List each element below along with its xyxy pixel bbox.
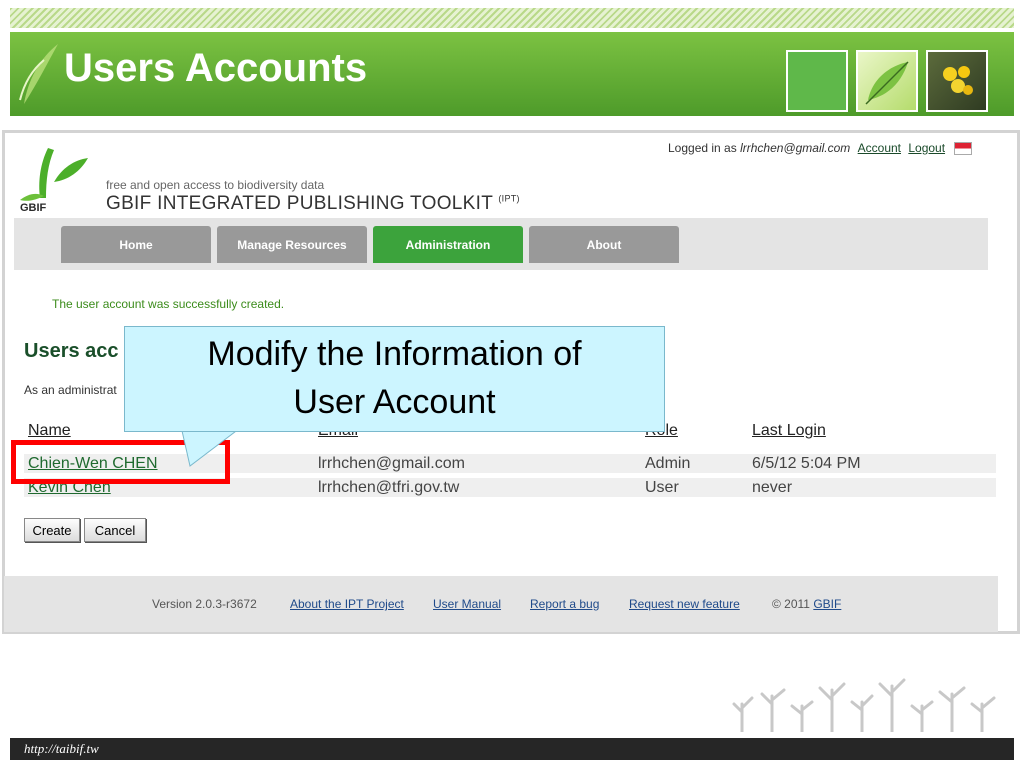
account-link[interactable]: Account (858, 141, 901, 155)
bottom-bar (10, 738, 1014, 760)
report-bug-link[interactable]: Report a bug (530, 597, 599, 611)
request-feature-link[interactable]: Request new feature (629, 597, 740, 611)
tab-home[interactable]: Home (61, 226, 211, 263)
user-last-login: 6/5/12 5:04 PM (752, 455, 861, 472)
toolkit-name-text: GBIF INTEGRATED PUBLISHING TOOLKIT (106, 193, 493, 214)
plants-decoration-icon (732, 678, 996, 732)
tab-administration[interactable]: Administration (373, 226, 523, 263)
green-thumbnail (786, 50, 848, 112)
flower-photo-icon (943, 66, 973, 95)
top-decorative-stripe (10, 8, 1014, 28)
callout-line-1: Modify the Information of (207, 335, 582, 374)
toolkit-abbr: (IPT) (498, 193, 520, 204)
gbif-logo-text: GBIF (20, 202, 47, 214)
leaf-thumbnail (856, 50, 918, 112)
create-button[interactable]: Create (24, 518, 80, 542)
logged-in-email: lrrhchen@gmail.com (740, 141, 851, 155)
login-status: Logged in as lrrhchen@gmail.com Account … (668, 141, 973, 156)
callout-line-2: User Account (293, 383, 496, 421)
logout-link[interactable]: Logout (908, 141, 945, 155)
logged-in-label: Logged in as (668, 141, 737, 155)
user-email: lrrhchen@gmail.com (318, 455, 465, 472)
toolkit-name: GBIF INTEGRATED PUBLISHING TOOLKIT (IPT) (106, 193, 520, 215)
user-email: lrrhchen@tfri.gov.tw (318, 479, 460, 496)
column-header-last-login[interactable]: Last Login (752, 422, 826, 440)
annotation-callout: Modify the Information of User Account (124, 326, 665, 432)
section-description: As an administrat (24, 383, 117, 397)
copyright: © 2011 GBIF (772, 597, 841, 611)
leaf-photo-icon (865, 61, 909, 105)
copyright-text: © 2011 (772, 597, 810, 611)
user-role: Admin (645, 455, 691, 472)
tab-about[interactable]: About (529, 226, 679, 263)
section-title: Users acc (24, 340, 119, 362)
cancel-button[interactable]: Cancel (84, 518, 146, 542)
slide-title: Users Accounts (64, 46, 368, 90)
about-ipt-link[interactable]: About the IPT Project (290, 597, 404, 611)
tab-manage-resources[interactable]: Manage Resources (217, 226, 367, 263)
success-message: The user account was successfully create… (52, 297, 285, 311)
slide-url: http://taibif.tw (24, 741, 99, 756)
leaf-icon (19, 44, 58, 104)
user-manual-link[interactable]: User Manual (433, 597, 501, 611)
column-header-name[interactable]: Name (28, 422, 71, 440)
flower-thumbnail (926, 50, 988, 112)
version-text: Version 2.0.3-r3672 (152, 597, 257, 611)
user-role: User (645, 479, 679, 496)
gbif-link[interactable]: GBIF (813, 597, 841, 611)
user-last-login: never (752, 479, 793, 496)
language-flag-icon[interactable] (954, 142, 973, 156)
tagline: free and open access to biodiversity dat… (106, 178, 325, 192)
